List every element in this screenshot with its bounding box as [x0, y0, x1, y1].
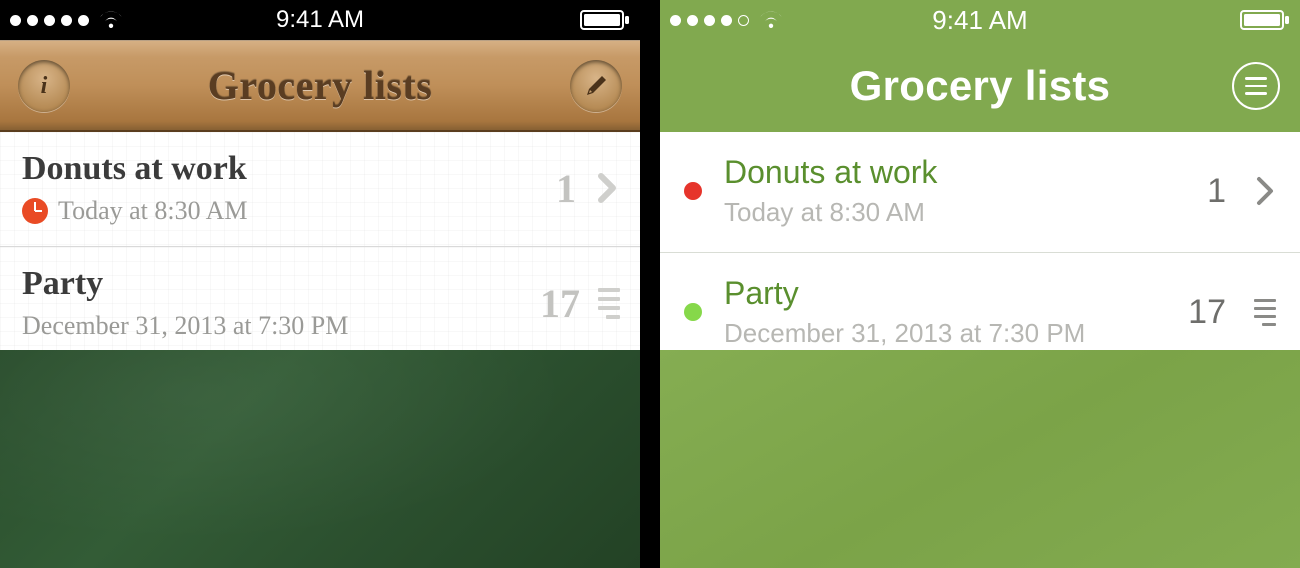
phone-skeuomorphic: 9:41 AM i Grocery lists Donuts at work [0, 0, 640, 568]
info-button[interactable]: i [18, 60, 70, 112]
wifi-icon [97, 9, 125, 31]
list-item-title: Donuts at work [724, 154, 1185, 191]
background [660, 350, 1300, 568]
list-item-title: Donuts at work [22, 150, 556, 188]
reorder-icon[interactable] [598, 288, 620, 319]
item-count: 1 [1207, 172, 1226, 211]
info-icon: i [29, 71, 59, 101]
app-header: Grocery lists [660, 40, 1300, 132]
wifi-icon [757, 9, 785, 31]
phone-flat: 9:41 AM Grocery lists Donuts at work Tod… [660, 0, 1300, 568]
page-title: Grocery lists [208, 62, 433, 109]
grocery-list: Donuts at work Today at 8:30 AM 1 Party … [0, 132, 640, 362]
list-item[interactable]: Donuts at work Today at 8:30 AM 1 [0, 132, 640, 247]
background [0, 350, 640, 568]
signal-strength-icon [670, 15, 749, 26]
pencil-icon [581, 71, 611, 101]
status-bar: 9:41 AM [0, 0, 640, 40]
app-header: i Grocery lists [0, 40, 640, 132]
clock-icon [22, 198, 48, 224]
reorder-icon[interactable] [1254, 299, 1276, 326]
list-item[interactable]: Party December 31, 2013 at 7:30 PM 17 [0, 247, 640, 362]
list-item-subtitle: December 31, 2013 at 7:30 PM [22, 311, 348, 341]
color-dot-icon [684, 303, 702, 321]
color-dot-icon [684, 182, 702, 200]
list-item-title: Party [724, 275, 1166, 312]
chevron-right-icon [594, 170, 620, 206]
status-bar: 9:41 AM [660, 0, 1300, 40]
hamburger-icon [1245, 77, 1267, 95]
page-title: Grocery lists [850, 62, 1111, 110]
svg-text:i: i [41, 73, 48, 99]
list-item[interactable]: Donuts at work Today at 8:30 AM 1 [660, 132, 1300, 253]
item-count: 17 [1188, 293, 1226, 332]
menu-button[interactable] [1232, 62, 1280, 110]
chevron-right-icon [1254, 174, 1276, 208]
grocery-list: Donuts at work Today at 8:30 AM 1 Party … [660, 132, 1300, 374]
item-count: 17 [540, 280, 580, 327]
item-count: 1 [556, 165, 576, 212]
signal-strength-icon [10, 15, 89, 26]
battery-icon [580, 9, 630, 31]
battery-icon [1240, 9, 1290, 31]
list-item-title: Party [22, 265, 540, 303]
list-item-subtitle: December 31, 2013 at 7:30 PM [724, 318, 1166, 349]
edit-button[interactable] [570, 60, 622, 112]
list-item-subtitle: Today at 8:30 AM [724, 197, 1185, 228]
list-item-subtitle: Today at 8:30 AM [58, 196, 248, 226]
